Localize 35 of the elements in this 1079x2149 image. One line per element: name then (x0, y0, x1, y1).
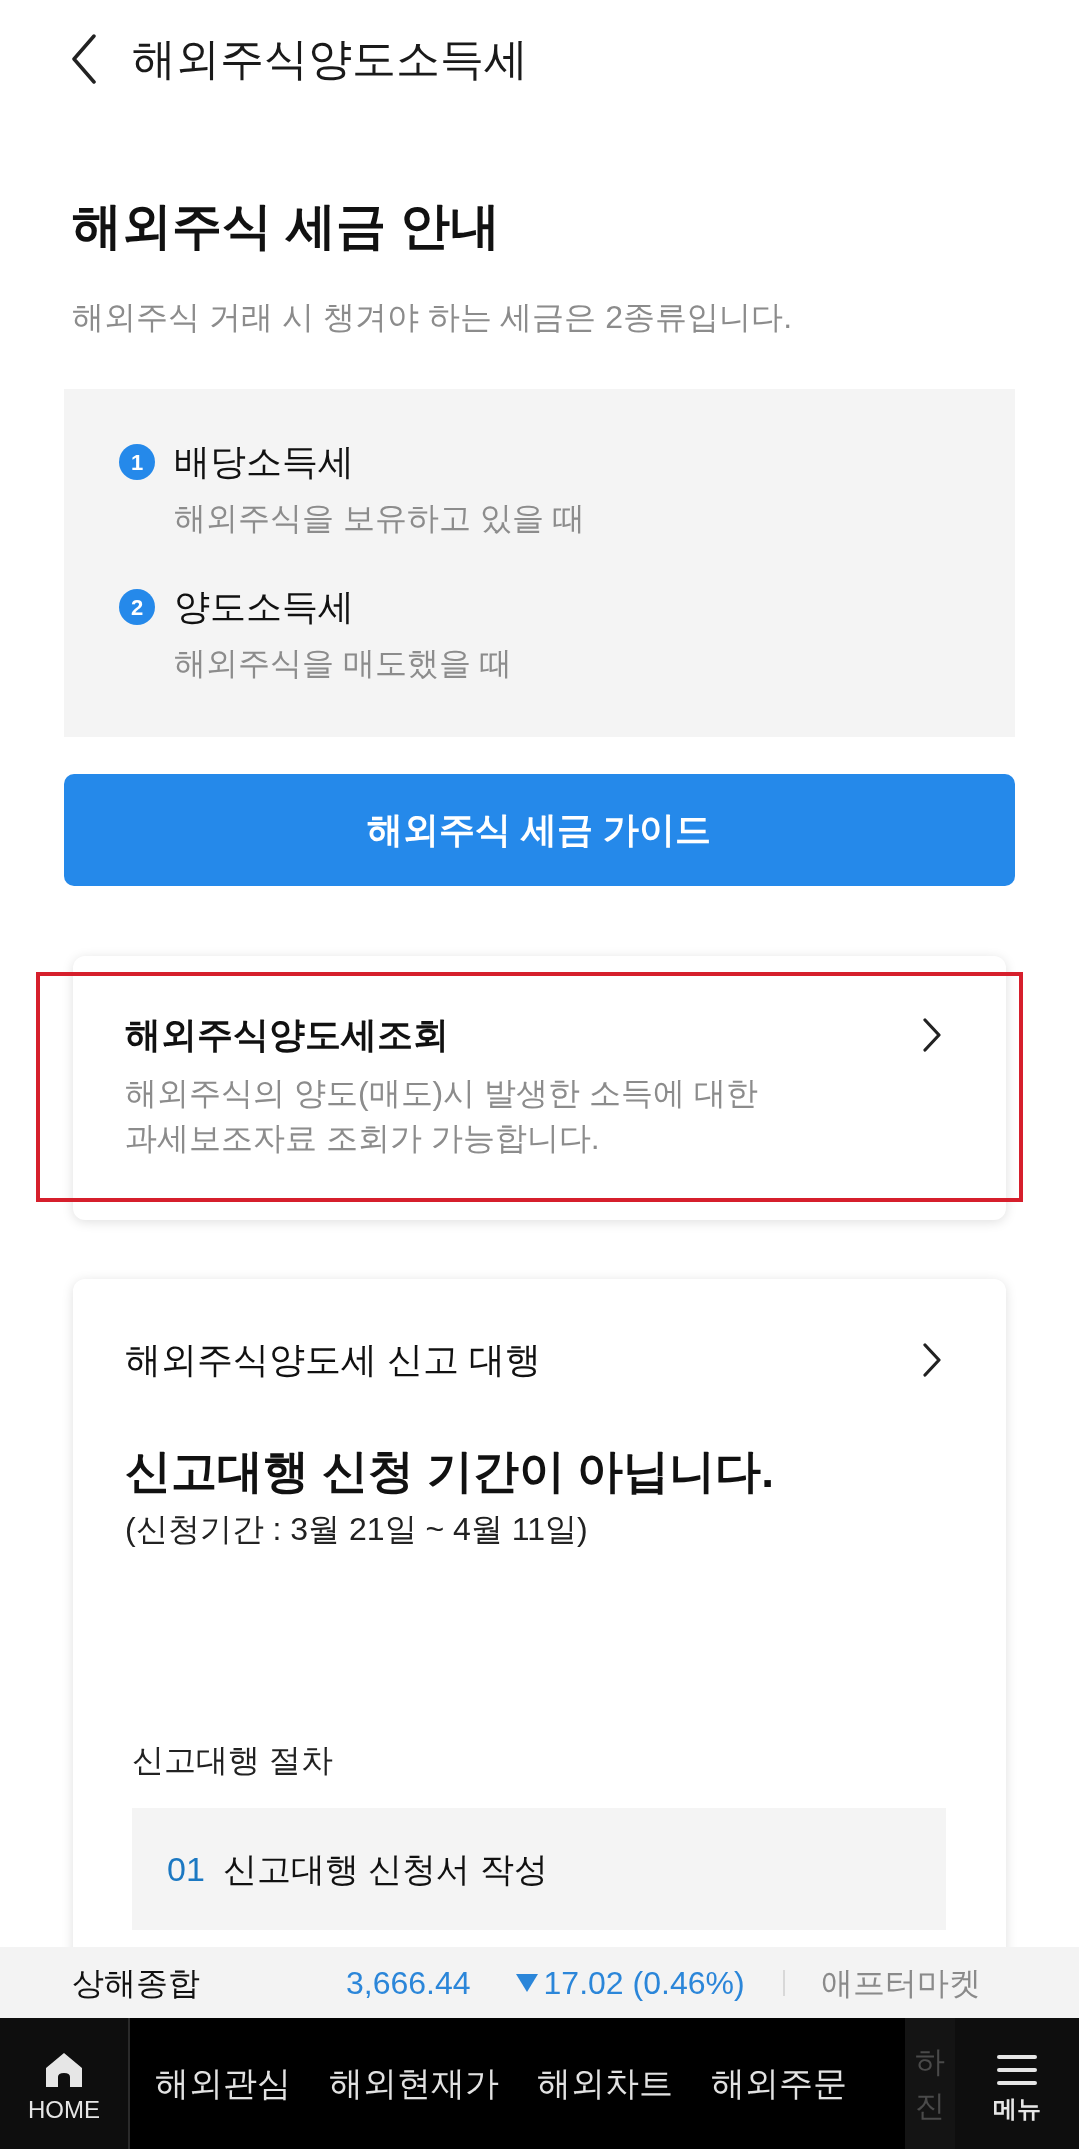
filing-status-notice: 신고대행 신청 기간이 아닙니다. (125, 1444, 775, 1499)
nav-tab[interactable]: 해외관심 (155, 2058, 291, 2109)
number-badge: 1 (119, 444, 155, 480)
index-name: 상해종합 (72, 1963, 200, 2003)
nav-tab[interactable]: 해외주문 (711, 2058, 847, 2109)
index-price: 3,666.44 (346, 1963, 471, 2003)
card-description: 해외주식의 양도(매도)시 발생한 소득에 대한 과세보조자료 조회가 가능합니다. (125, 1074, 759, 1158)
card-title: 해외주식양도세 신고 대행 (125, 1338, 541, 1382)
page-title: 해외주식양도소득세 (132, 32, 528, 85)
menu-button[interactable]: 메뉴 (955, 2018, 1079, 2149)
tax-lookup-card[interactable]: 해외주식양도세조회 해외주식의 양도(매도)시 발생한 소득에 대한 과세보조자료 조회가 가능합니다. (73, 956, 1006, 1220)
nav-tab[interactable]: 해외차트 (537, 2058, 673, 2109)
tax-filing-card[interactable]: 해외주식양도세 신고 대행 신고대행 신청 기간이 아닙니다. (신청기간 : 3월 21일 ~ 4월 11일) 신고대행 절차 01 신고대행 신청서 작성 (73, 1279, 1006, 1947)
back-chevron-icon (71, 33, 97, 84)
index-change: 17.02 (0.46%) (543, 1963, 745, 2003)
number-badge: 2 (119, 589, 155, 625)
market-session-label: 애프터마켓 (820, 1963, 981, 2003)
steps-heading: 신고대행 절차 (132, 1741, 333, 1780)
filing-period: (신청기간 : 3월 21일 ~ 4월 11일) (125, 1510, 588, 1549)
chevron-right-icon (922, 1018, 942, 1052)
step-number: 01 (167, 1848, 205, 1890)
step-label: 신고대행 신청서 작성 (222, 1848, 548, 1890)
tax-type-description: 해외주식을 보유하고 있을 때 (174, 499, 585, 538)
tax-type-name: 양도소득세 (174, 585, 354, 629)
chevron-right-icon (922, 1343, 942, 1377)
tax-guide-button[interactable]: 해외주식 세금 가이드 (64, 774, 1015, 886)
section-subtitle: 해외주식 거래 시 챙겨야 하는 세금은 2종류입니다. (72, 298, 793, 337)
home-icon (45, 2051, 83, 2088)
nav-tab[interactable]: 해외현재가 (329, 2058, 499, 2109)
section-heading: 해외주식 세금 안내 (72, 197, 500, 256)
menu-icon (997, 2054, 1037, 2085)
tax-type-name: 배당소득세 (174, 440, 354, 484)
card-title: 해외주식양도세조회 (125, 1013, 449, 1057)
tax-type-description: 해외주식을 매도했을 때 (174, 644, 512, 683)
home-button[interactable]: HOME (0, 2018, 130, 2149)
